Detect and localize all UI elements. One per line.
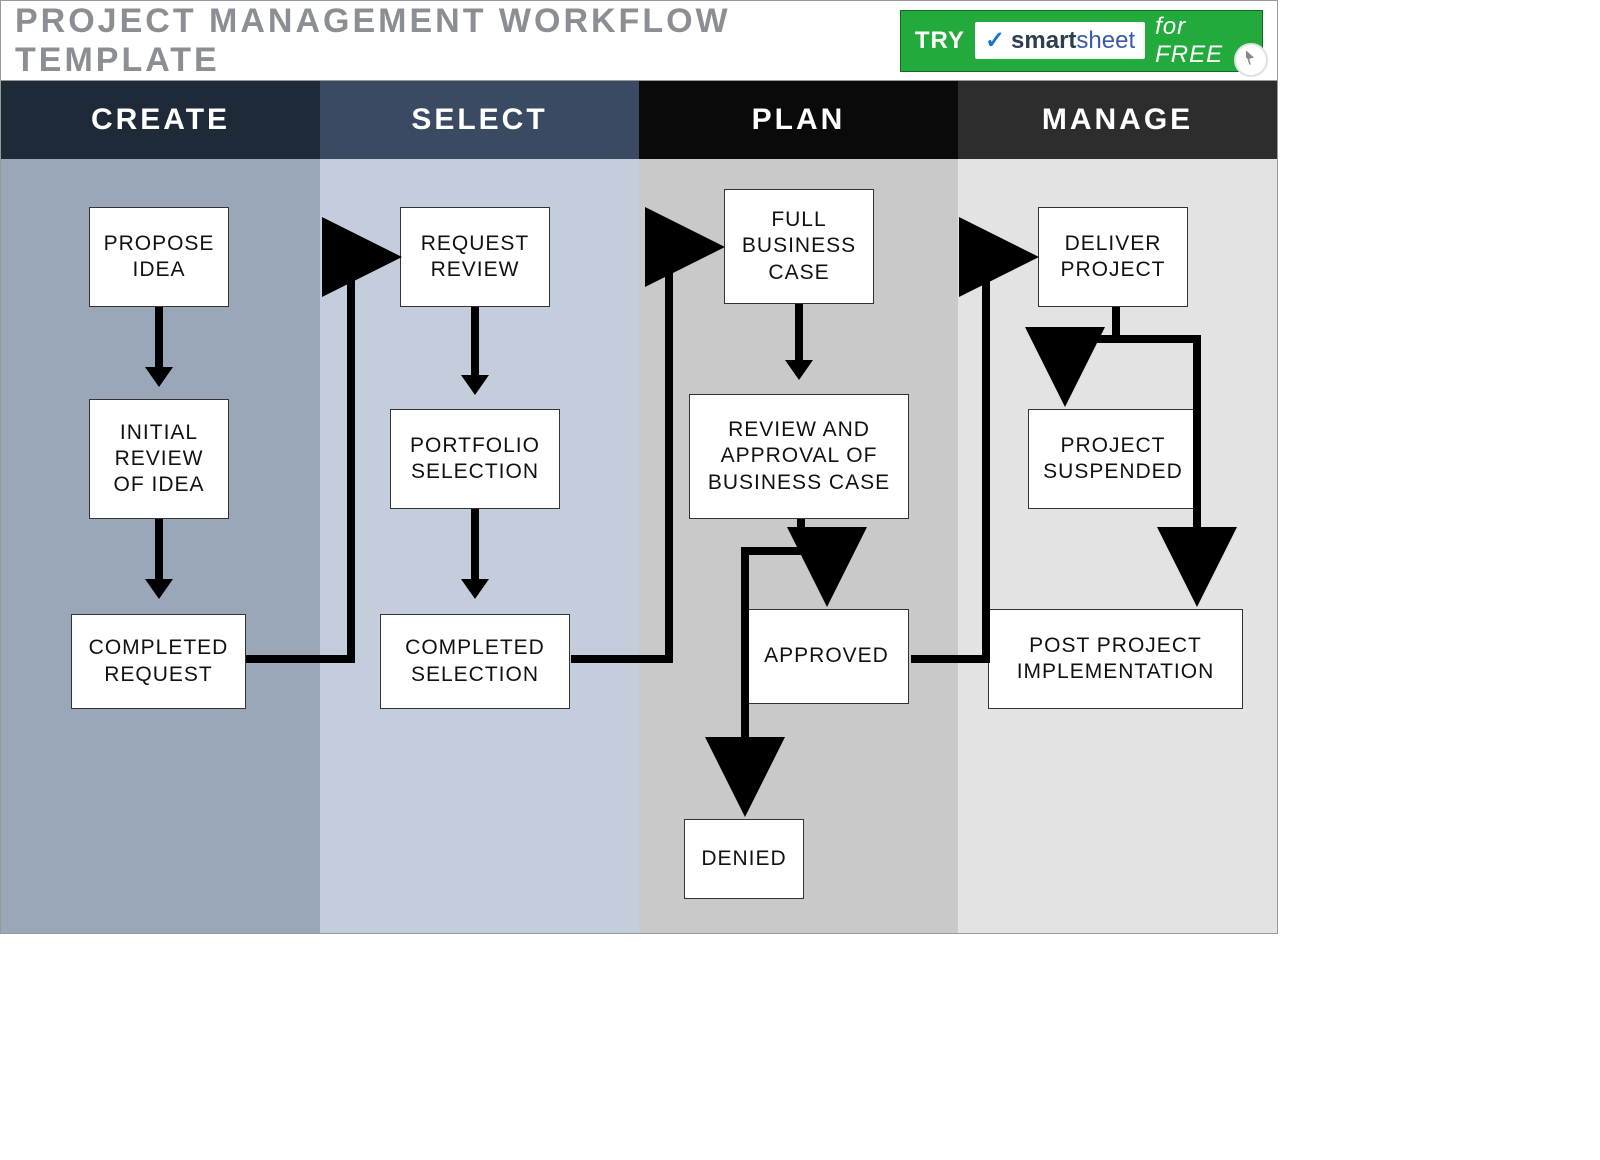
column-header-manage: MANAGE [958,81,1277,159]
arrow-head-down-icon [785,360,813,380]
column-header-plan: PLAN [639,81,958,159]
column-select: SELECT REQUEST REVIEW PORTFOLIO SELECTIO… [320,81,639,933]
cta-try: TRY [915,27,965,55]
column-create: CREATE PROPOSE IDEA INITIAL REVIEW OF ID… [1,81,320,933]
column-body-select: REQUEST REVIEW PORTFOLIO SELECTION COMPL… [320,159,639,933]
arrow [155,519,163,581]
box-initial-review: INITIAL REVIEW OF IDEA [89,399,229,519]
arrow [795,304,803,362]
box-propose-idea: PROPOSE IDEA [89,207,229,307]
cta-forfree: for FREE [1155,13,1244,69]
box-completed-request: COMPLETED REQUEST [71,614,246,709]
box-deliver-project: DELIVER PROJECT [1038,207,1188,307]
box-full-business-case: FULL BUSINESS CASE [724,189,874,304]
column-body-create: PROPOSE IDEA INITIAL REVIEW OF IDEA COMP… [1,159,320,933]
header: PROJECT MANAGEMENT WORKFLOW TEMPLATE TRY… [1,1,1277,81]
smartsheet-logo: ✓ smartsheet [975,22,1145,59]
arrow [471,509,479,581]
box-request-review: REQUEST REVIEW [400,207,550,307]
column-body-plan: FULL BUSINESS CASE REVIEW AND APPROVAL O… [639,159,958,933]
diagram-frame: PROJECT MANAGEMENT WORKFLOW TEMPLATE TRY… [0,0,1278,934]
box-denied: DENIED [684,819,804,899]
check-icon: ✓ [985,26,1005,55]
arrow-head-down-icon [461,375,489,395]
column-body-manage: DELIVER PROJECT PROJECT SUSPENDED POST P… [958,159,1277,933]
box-completed-selection: COMPLETED SELECTION [380,614,570,709]
box-approved: APPROVED [744,609,909,704]
page-title: PROJECT MANAGEMENT WORKFLOW TEMPLATE [15,2,900,80]
box-portfolio-selection: PORTFOLIO SELECTION [390,409,560,509]
column-plan: PLAN FULL BUSINESS CASE REVIEW AND APPRO… [639,81,958,933]
arrow [155,307,163,369]
arrow-head-down-icon [145,367,173,387]
brand-bold: smart [1011,27,1076,54]
try-smartsheet-button[interactable]: TRY ✓ smartsheet for FREE [900,10,1263,72]
box-project-suspended: PROJECT SUSPENDED [1028,409,1198,509]
arrow [471,307,479,377]
brand-light: sheet [1076,27,1135,54]
cursor-icon [1234,43,1268,77]
column-header-create: CREATE [1,81,320,159]
arrow-head-down-icon [145,579,173,599]
columns: CREATE PROPOSE IDEA INITIAL REVIEW OF ID… [1,81,1277,933]
box-post-project: POST PROJECT IMPLEMENTATION [988,609,1243,709]
column-manage: MANAGE DELIVER PROJECT PROJECT SUSPENDED… [958,81,1277,933]
arrow-head-down-icon [461,579,489,599]
column-header-select: SELECT [320,81,639,159]
box-review-approval: REVIEW AND APPROVAL OF BUSINESS CASE [689,394,909,519]
